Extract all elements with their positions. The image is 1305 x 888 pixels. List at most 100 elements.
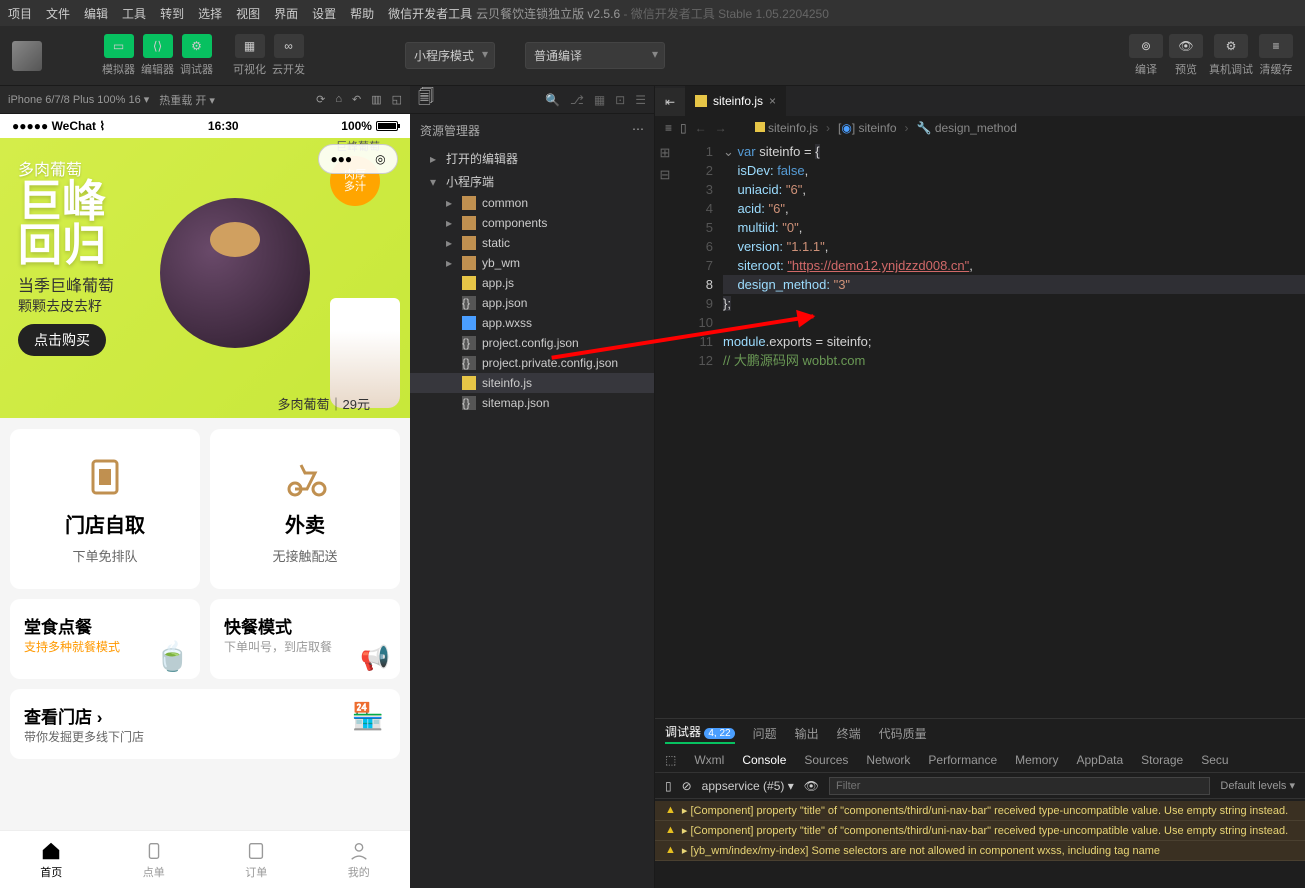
breadcrumb[interactable]: ≡ ▯ ←→ siteinfo.js ›[◉] siteinfo ›🔧 desi… — [655, 116, 1305, 140]
clear-icon[interactable]: ⊘ — [682, 779, 692, 793]
branch-icon[interactable]: ⎇ — [570, 93, 584, 107]
delivery-card[interactable]: 外卖 无接触配送 — [210, 429, 400, 589]
preview-button[interactable]: 👁预览 — [1169, 34, 1203, 77]
pickup-card[interactable]: 门店自取 下单免排队 — [10, 429, 200, 589]
expand-icon[interactable]: ≡ — [665, 121, 672, 135]
network-tab[interactable]: Network — [866, 753, 910, 767]
battery-label: 100% — [341, 119, 398, 133]
tab-orders[interactable]: 订单 — [205, 831, 308, 888]
editor-tab[interactable]: siteinfo.js× — [685, 86, 786, 116]
filter-input[interactable] — [829, 777, 1210, 795]
device-debug-button[interactable]: ⚙真机调试 — [1209, 34, 1253, 77]
tree-folder[interactable]: ▸components — [410, 213, 654, 233]
code-editor[interactable]: ⊞⊟ 123456789101112 ⌄ var siteinfo = { is… — [655, 140, 1305, 718]
menu-item[interactable]: 界面 — [274, 5, 298, 22]
menu-item[interactable]: 微信开发者工具 — [388, 5, 472, 22]
fastfood-card[interactable]: 快餐模式 下单叫号，到店取餐 📢 — [210, 599, 400, 679]
log-warning: ▲▸ [yb_wm/index/my-index] Some selectors… — [655, 841, 1305, 861]
sources-tab[interactable]: Sources — [804, 753, 848, 767]
tree-folder[interactable]: ▸static — [410, 233, 654, 253]
levels-select[interactable]: Default levels ▾ — [1220, 779, 1295, 792]
tab-home[interactable]: 首页 — [0, 831, 103, 888]
clear-cache-button[interactable]: ≡清缓存 — [1259, 34, 1293, 77]
security-tab[interactable]: Secu — [1201, 753, 1228, 767]
console-output[interactable]: ▲▸ [Component] property "title" of "comp… — [655, 799, 1305, 888]
split-icon[interactable]: ▥ — [371, 93, 381, 106]
hot-reload-toggle[interactable]: 热重载 开 ▾ — [159, 92, 215, 108]
debugger-button[interactable]: ⚙调试器 — [180, 34, 213, 77]
menu-item[interactable]: 工具 — [122, 5, 146, 22]
menu-bar: 项目 文件 编辑 工具 转到 选择 视图 界面 设置 帮助 微信开发者工具 — [0, 0, 1305, 26]
scooter-icon — [281, 453, 329, 501]
tree-file[interactable]: app.js — [410, 273, 654, 293]
capsule-button[interactable]: ●●●◎ — [318, 144, 398, 174]
grape-image — [160, 198, 310, 348]
tree-file[interactable]: {}app.json — [410, 293, 654, 313]
tree-file[interactable]: {}project.private.config.json — [410, 353, 654, 373]
robot-icon[interactable]: ⊡ — [615, 93, 625, 107]
search-icon[interactable]: 🔍 — [545, 93, 560, 107]
device-select[interactable]: iPhone 6/7/8 Plus 100% 16 ▾ — [8, 93, 149, 106]
appdata-tab[interactable]: AppData — [1076, 753, 1123, 767]
problems-tab[interactable]: 问题 — [753, 725, 777, 742]
debugger-tab[interactable]: 调试器 4, 22 — [665, 723, 735, 744]
menu-item[interactable]: 项目 — [8, 5, 32, 22]
tab-mine[interactable]: 我的 — [308, 831, 411, 888]
tree-section[interactable]: ▸打开的编辑器 — [410, 147, 654, 170]
tab-order[interactable]: 点单 — [103, 831, 206, 888]
home-icon[interactable]: ⌂ — [335, 93, 342, 106]
tree-file[interactable]: {}project.config.json — [410, 333, 654, 353]
close-icon[interactable]: × — [769, 94, 776, 108]
buy-button[interactable]: 点击购买 — [18, 324, 106, 356]
menu-item[interactable]: 选择 — [198, 5, 222, 22]
memory-tab[interactable]: Memory — [1015, 753, 1058, 767]
project-avatar — [12, 41, 42, 71]
line-numbers: 123456789101112 — [675, 140, 723, 718]
inspect-icon[interactable]: ⬚ — [665, 753, 676, 767]
storage-tab[interactable]: Storage — [1141, 753, 1183, 767]
menu-item[interactable]: 视图 — [236, 5, 260, 22]
compile-select[interactable]: 普通编译 — [525, 42, 665, 69]
code-content[interactable]: ⌄ var siteinfo = { isDev: false, uniacid… — [723, 140, 1305, 718]
quality-tab[interactable]: 代码质量 — [879, 725, 927, 742]
simulator-panel: iPhone 6/7/8 Plus 100% 16 ▾ 热重载 开 ▾ ⟳ ⌂ … — [0, 86, 410, 888]
popout-icon[interactable]: ◱ — [392, 93, 402, 106]
menu-item[interactable]: 文件 — [46, 5, 70, 22]
tree-section[interactable]: ▾小程序端 — [410, 170, 654, 193]
editor-button[interactable]: ⟨⟩编辑器 — [141, 34, 174, 77]
console-tab[interactable]: Console — [742, 753, 786, 767]
compile-button[interactable]: ⊚编译 — [1129, 34, 1163, 77]
output-tab[interactable]: 输出 — [795, 725, 819, 742]
menu-item[interactable]: 编辑 — [84, 5, 108, 22]
tree-file[interactable]: app.wxss — [410, 313, 654, 333]
tree-file[interactable]: {}sitemap.json — [410, 393, 654, 413]
log-warning: ▲▸ [Component] property "title" of "comp… — [655, 801, 1305, 821]
tree-folder[interactable]: ▸common — [410, 193, 654, 213]
back-icon[interactable]: ↶ — [352, 93, 361, 106]
ext-icon[interactable]: ▦ — [594, 93, 605, 107]
tree-folder[interactable]: ▸yb_wm — [410, 253, 654, 273]
menu-item[interactable]: 设置 — [312, 5, 336, 22]
expand-icon[interactable]: ⇤ — [655, 88, 685, 116]
dinein-card[interactable]: 堂食点餐 支持多种就餐模式 🍵 — [10, 599, 200, 679]
context-select[interactable]: appservice (#5) ▾ — [702, 779, 794, 793]
banner[interactable]: 多肉葡萄 巨峰 回归 当季巨峰葡萄 颗颗去皮去籽 点击购买 肉厚多汁 巨峰葡萄 … — [0, 138, 410, 418]
menu-item[interactable]: 帮助 — [350, 5, 374, 22]
performance-tab[interactable]: Performance — [928, 753, 997, 767]
more-icon[interactable]: ☰ — [635, 93, 646, 107]
files-icon[interactable]: 🗐 — [418, 86, 434, 113]
menu-item[interactable]: 转到 — [160, 5, 184, 22]
bookmark-icon[interactable]: ▯ — [680, 121, 687, 135]
visual-button[interactable]: ▦可视化 — [233, 34, 266, 77]
refresh-icon[interactable]: ⟳ — [316, 93, 325, 106]
terminal-tab[interactable]: 终端 — [837, 725, 861, 742]
eye-icon[interactable]: 👁 — [804, 779, 819, 793]
simulator-button[interactable]: ▭模拟器 — [102, 34, 135, 77]
editor-panel: ⇤ siteinfo.js× ≡ ▯ ←→ siteinfo.js ›[◉] s… — [655, 86, 1305, 888]
mode-select[interactable]: 小程序模式 — [405, 42, 495, 69]
stores-card[interactable]: 查看门店 › 带你发掘更多线下门店 🏪 — [10, 689, 400, 759]
sidebar-icon[interactable]: ▯ — [665, 779, 672, 793]
wxml-tab[interactable]: Wxml — [694, 753, 724, 767]
more-icon[interactable]: ⋯ — [632, 122, 644, 139]
cloud-button[interactable]: ∞云开发 — [272, 34, 305, 77]
